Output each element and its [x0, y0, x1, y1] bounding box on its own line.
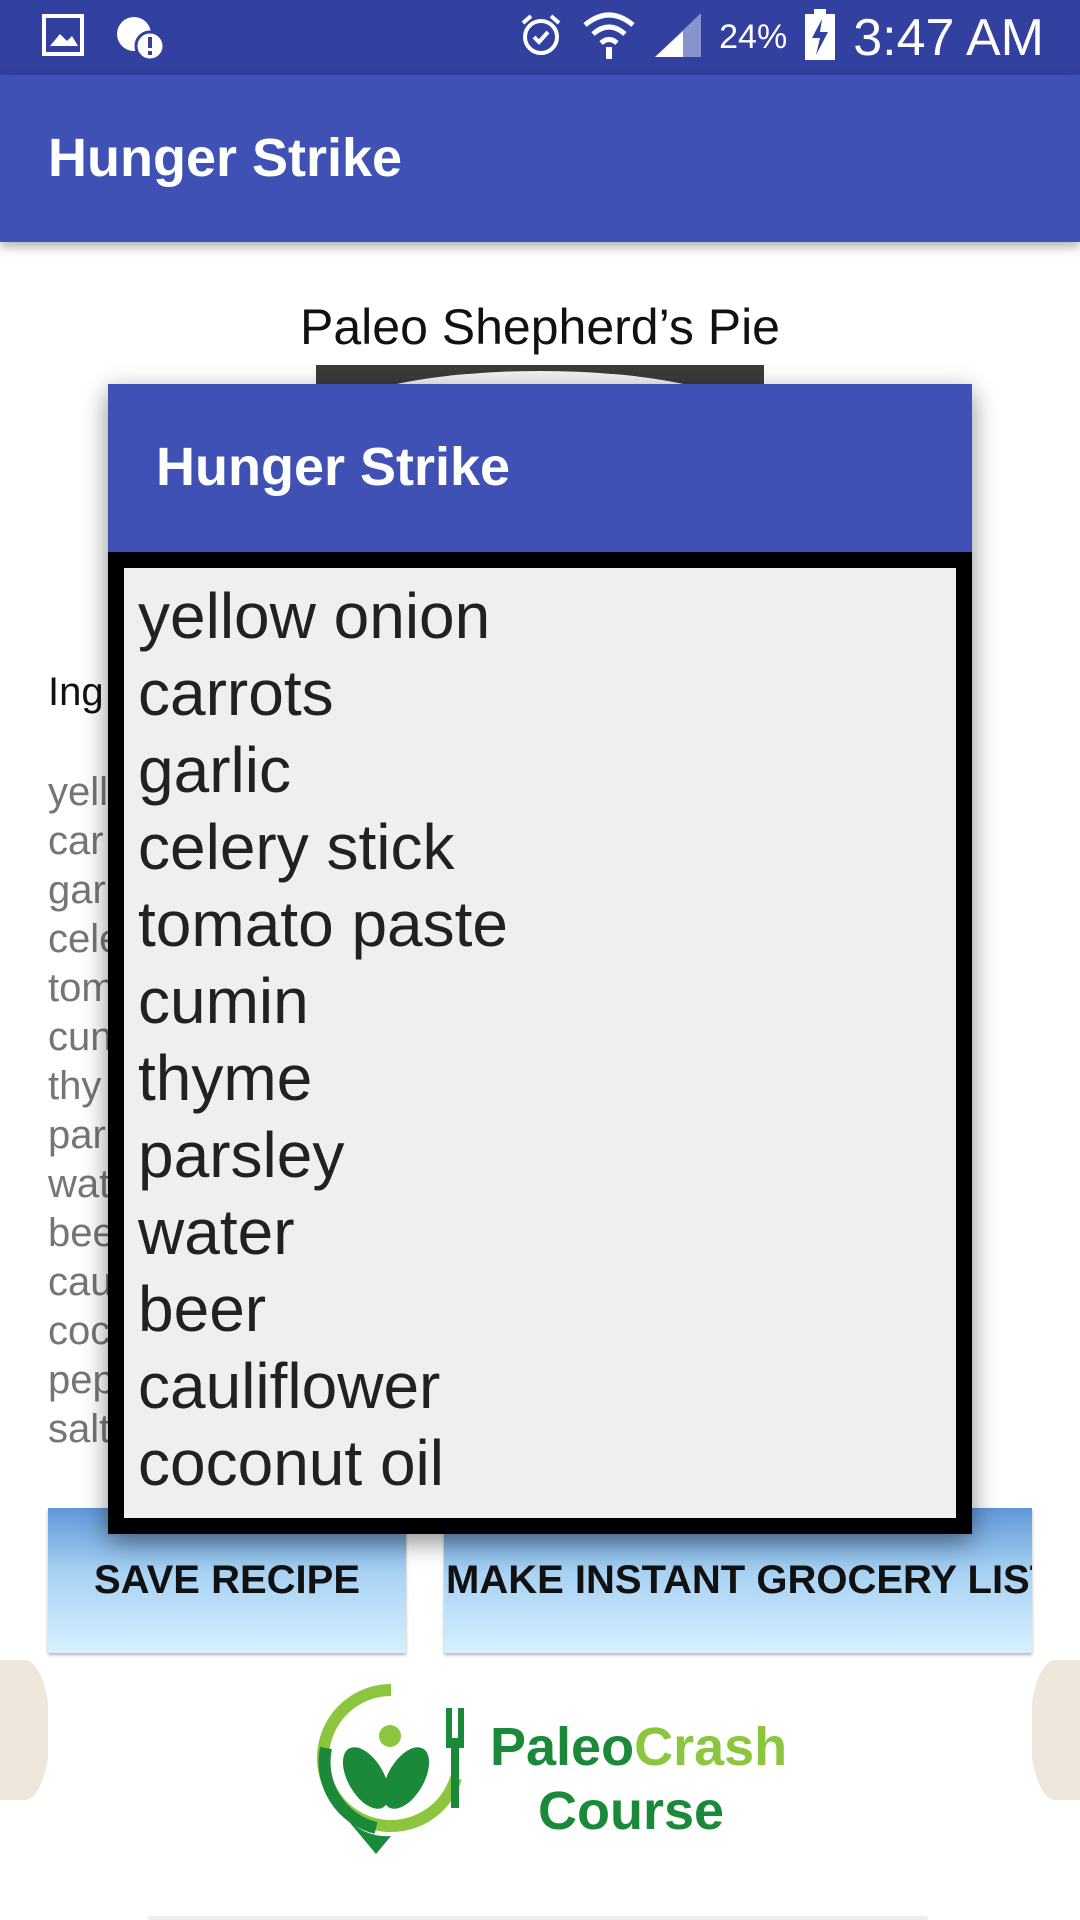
paleo-crash-course-logo-icon — [317, 1684, 464, 1854]
dialog-header: Hunger Strike — [108, 384, 972, 552]
logo-text: PaleoCrash — [490, 1717, 788, 1777]
list-item: thyme — [138, 1042, 313, 1114]
alarm-icon — [517, 11, 565, 64]
list-item: parsley — [138, 1119, 345, 1191]
divider — [148, 1916, 928, 1920]
background-decoration — [0, 1660, 50, 1800]
wifi-icon — [581, 9, 637, 66]
dialog-body[interactable]: yellow onion carrots garlic celery stick… — [124, 568, 956, 1518]
list-item: celery stick — [138, 811, 455, 883]
battery-percent: 24% — [719, 18, 788, 56]
location-alert-icon — [114, 14, 166, 67]
list-item: coconut oil — [138, 1427, 444, 1499]
recipe-title: Paleo Shepherd’s Pie — [300, 299, 780, 355]
battery-charging-icon — [803, 9, 837, 66]
gallery-icon — [42, 14, 84, 67]
grocery-list-dialog: Hunger Strike yellow onion carrots garli… — [108, 384, 972, 1534]
list-item: tomato paste — [138, 888, 508, 960]
dialog-title: Hunger Strike — [156, 437, 511, 497]
ingredients-heading: Ing — [48, 670, 104, 714]
app-title: Hunger Strike — [48, 128, 403, 188]
logo-card: PaleoCrash Course — [48, 1620, 1032, 1920]
background-decoration — [1030, 1660, 1080, 1800]
list-item: cauliflower — [138, 1350, 441, 1422]
list-item: water — [138, 1196, 295, 1268]
app-toolbar: Hunger Strike — [0, 75, 1080, 242]
list-item: beer — [138, 1273, 267, 1345]
clock: 3:47 AM — [853, 8, 1044, 67]
status-bar: 24% 3:47 AM — [0, 0, 1080, 75]
signal-icon — [653, 11, 703, 64]
logo-text-course: Course — [538, 1781, 725, 1841]
list-item: carrots — [138, 657, 334, 729]
grocery-list: yellow onion carrots garlic celery stick… — [138, 578, 508, 1502]
list-item: cumin — [138, 965, 309, 1037]
list-item: yellow onion — [138, 580, 491, 652]
list-item: garlic — [138, 734, 291, 806]
